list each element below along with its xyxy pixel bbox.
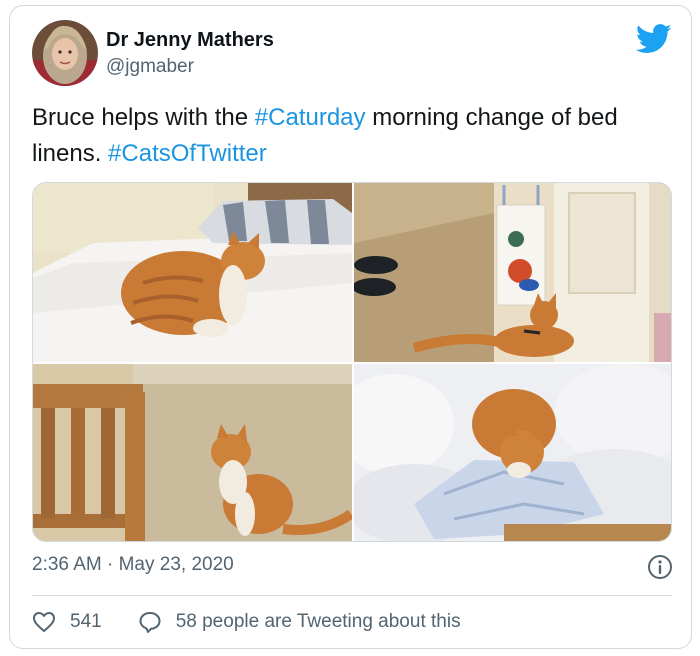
hashtag-catsoftwitter[interactable]: #CatsOfTwitter: [108, 140, 267, 167]
media-grid: [32, 182, 672, 542]
like-button[interactable]: 541: [32, 610, 102, 634]
divider: [32, 595, 672, 596]
info-icon[interactable]: [647, 554, 673, 580]
like-count: 541: [70, 611, 102, 632]
tweet-actions: 541 58 people are Tweeting about this: [32, 608, 461, 636]
tweet-text-before: Bruce helps with the: [32, 104, 255, 131]
tweet-card[interactable]: Dr Jenny Mathers @jgmaber Bruce helps wi…: [9, 5, 692, 649]
photo-cat-in-duvet[interactable]: [354, 364, 671, 541]
conversation-text: 58 people are Tweeting about this: [175, 611, 461, 632]
twitter-bird-icon[interactable]: [635, 24, 672, 54]
hashtag-caturday[interactable]: #Caturday: [255, 104, 366, 131]
conversation-link[interactable]: 58 people are Tweeting about this: [138, 610, 461, 634]
photo-cat-on-bed[interactable]: [33, 183, 352, 362]
tweet-text: Bruce helps with the #Caturday morning c…: [32, 100, 672, 172]
author-name[interactable]: Dr Jenny Mathers: [106, 29, 274, 52]
photo-cat-on-carpet[interactable]: [33, 364, 352, 541]
heart-icon: [33, 612, 55, 632]
photo-cat-by-door[interactable]: [354, 183, 671, 362]
avatar[interactable]: [32, 20, 98, 86]
author-handle[interactable]: @jgmaber: [106, 56, 194, 78]
speech-bubble-icon: [139, 612, 161, 633]
tweet-timestamp[interactable]: 2:36 AM · May 23, 2020: [32, 554, 234, 576]
